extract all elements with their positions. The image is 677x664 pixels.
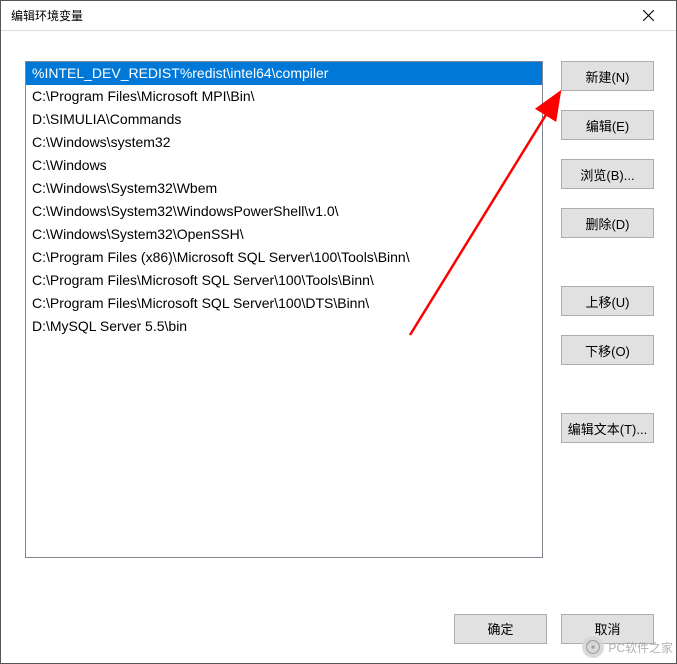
window-title: 编辑环境变量 xyxy=(11,7,83,24)
list-item[interactable]: D:\SIMULIA\Commands xyxy=(26,108,542,131)
close-icon xyxy=(643,10,654,21)
path-listbox[interactable]: %INTEL_DEV_REDIST%redist\intel64\compile… xyxy=(25,61,543,558)
list-item[interactable]: C:\Program Files\Microsoft SQL Server\10… xyxy=(26,269,542,292)
edit-text-button[interactable]: 编辑文本(T)... xyxy=(561,413,654,443)
list-item[interactable]: D:\MySQL Server 5.5\bin xyxy=(26,315,542,338)
titlebar: 编辑环境变量 xyxy=(1,1,676,31)
dialog-window: 编辑环境变量 %INTEL_DEV_REDIST%redist\intel64\… xyxy=(0,0,677,664)
footer: 确定 取消 xyxy=(1,602,676,663)
list-item[interactable]: C:\Windows\System32\Wbem xyxy=(26,177,542,200)
content-area: %INTEL_DEV_REDIST%redist\intel64\compile… xyxy=(1,31,676,602)
list-item[interactable]: C:\Program Files\Microsoft SQL Server\10… xyxy=(26,292,542,315)
list-item[interactable]: %INTEL_DEV_REDIST%redist\intel64\compile… xyxy=(26,62,542,85)
edit-button[interactable]: 编辑(E) xyxy=(561,110,654,140)
list-item[interactable]: C:\Windows\system32 xyxy=(26,131,542,154)
move-down-button[interactable]: 下移(O) xyxy=(561,335,654,365)
ok-button[interactable]: 确定 xyxy=(454,614,547,644)
list-item[interactable]: C:\Program Files\Microsoft MPI\Bin\ xyxy=(26,85,542,108)
close-button[interactable] xyxy=(628,2,668,30)
list-item[interactable]: C:\Windows\System32\WindowsPowerShell\v1… xyxy=(26,200,542,223)
list-item[interactable]: C:\Windows xyxy=(26,154,542,177)
list-item[interactable]: C:\Program Files (x86)\Microsoft SQL Ser… xyxy=(26,246,542,269)
side-button-panel: 新建(N) 编辑(E) 浏览(B)... 删除(D) 上移(U) 下移(O) 编… xyxy=(561,61,654,592)
browse-button[interactable]: 浏览(B)... xyxy=(561,159,654,189)
new-button[interactable]: 新建(N) xyxy=(561,61,654,91)
cancel-button[interactable]: 取消 xyxy=(561,614,654,644)
list-item[interactable]: C:\Windows\System32\OpenSSH\ xyxy=(26,223,542,246)
delete-button[interactable]: 删除(D) xyxy=(561,208,654,238)
move-up-button[interactable]: 上移(U) xyxy=(561,286,654,316)
